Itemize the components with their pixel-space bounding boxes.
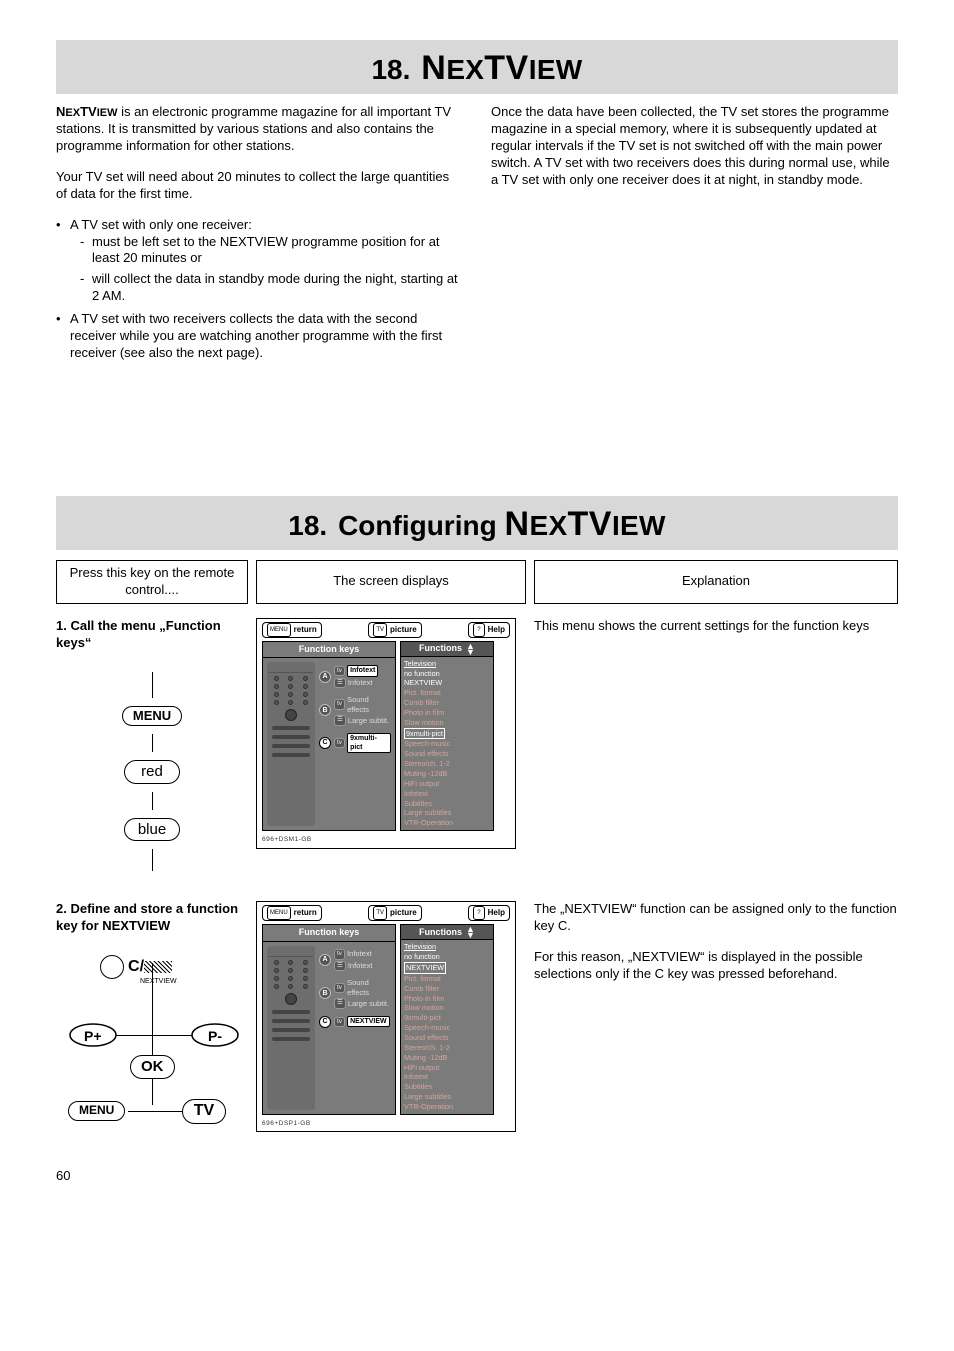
section-title-2: 18. Configuring NEXTVIEW xyxy=(56,496,898,550)
intro-bullet-2: A TV set with two receivers collects the… xyxy=(56,311,463,362)
tv2-row-c: C tvNEXTVIEW xyxy=(319,1016,391,1028)
step-2-row: 2. Define and store a function key for N… xyxy=(56,901,898,1132)
tv2-left-title: Function keys xyxy=(262,924,396,941)
tv2-row-b: B tvSound effects ☰Large subtit. xyxy=(319,978,391,1009)
tv1-row-c: C tv9xmulti-pict xyxy=(319,733,391,753)
tv2-row-a: A tvInfotext ☰Infotext xyxy=(319,949,391,971)
step-1-screen: MENU return TV picture ? Help Function k… xyxy=(256,618,526,872)
step-1-row: 1. Call the menu „Function keys“ MENU re… xyxy=(56,618,898,872)
tv1-right-title: Functions ▲▼ xyxy=(400,641,494,656)
tv2-functions-list: Televisionno functionNEXTVIEWPict. forma… xyxy=(400,939,494,1114)
tv1-functions-list: Televisionno functionNEXTVIEWPict. forma… xyxy=(400,656,494,831)
step-2-explanation: The „NEXTVIEW“ function can be assigned … xyxy=(534,901,898,1132)
step-2-screen: MENU return TV picture ? Help Function k… xyxy=(256,901,526,1132)
tv-screenshot-2: MENU return TV picture ? Help Function k… xyxy=(256,901,516,1132)
tv1-help: ? Help xyxy=(468,622,510,638)
menu-key: MENU xyxy=(122,706,182,727)
step-1-remote: 1. Call the menu „Function keys“ MENU re… xyxy=(56,618,248,872)
intro-bullet-1-dash-2: will collect the data in standby mode du… xyxy=(80,271,463,305)
step-1-explanation: This menu shows the current settings for… xyxy=(534,618,898,872)
tv2-help: ? Help xyxy=(468,905,510,921)
step-1-title: 1. Call the menu „Function keys“ xyxy=(56,618,248,652)
title1-num: 18. xyxy=(371,54,410,85)
intro-left: NEXTVIEW is an electronic programme maga… xyxy=(56,104,463,376)
tv-key: TV xyxy=(182,1099,226,1124)
header-explanation: Explanation xyxy=(534,560,898,604)
menu-key-2: MENU xyxy=(68,1101,125,1121)
header-screen: The screen displays xyxy=(256,560,526,604)
intro-right-p: Once the data have been collected, the T… xyxy=(491,104,898,188)
intro-p2: Your TV set will need about 20 minutes t… xyxy=(56,169,463,203)
remote-mini-icon xyxy=(267,662,315,826)
intro-p1: NEXTVIEW is an electronic programme maga… xyxy=(56,104,463,155)
tv2-right-title: Functions ▲▼ xyxy=(400,924,494,939)
tv-screenshot-1: MENU return TV picture ? Help Function k… xyxy=(256,618,516,849)
ok-key: OK xyxy=(130,1055,175,1079)
intro-right: Once the data have been collected, the T… xyxy=(491,104,898,376)
intro-bullets: A TV set with only one receiver: must be… xyxy=(56,217,463,362)
intro-bullet-1: A TV set with only one receiver: must be… xyxy=(56,217,463,305)
tv1-return: MENU return xyxy=(262,622,322,638)
intro-bullet-1-dash-1: must be left set to the NEXTVIEW program… xyxy=(80,234,463,268)
tv1-footer: 696+DSM1-GB xyxy=(257,835,515,847)
tv2-picture: TV picture xyxy=(368,905,421,921)
intro-columns: NEXTVIEW is an electronic programme maga… xyxy=(56,104,898,376)
remote-mini-icon-2 xyxy=(267,946,315,1110)
tv1-row-a: A tvInfotext ☰Infotext xyxy=(319,665,391,688)
tv1-picture: TV picture xyxy=(368,622,421,638)
step-2-title: 2. Define and store a function key for N… xyxy=(56,901,248,935)
header-remote: Press this key on the remote control.... xyxy=(56,560,248,604)
red-key: red xyxy=(124,760,180,784)
step-1-keystack: MENU red blue xyxy=(56,672,248,872)
page-number: 60 xyxy=(56,1168,898,1185)
section-title-1: 18. NEXTVIEW xyxy=(56,40,898,94)
config-headers: Press this key on the remote control....… xyxy=(56,560,898,604)
tv2-return: MENU return xyxy=(262,905,322,921)
title1-big-n: N xyxy=(421,49,446,87)
tv1-row-b: B tvSound effects ☰Large subtit. xyxy=(319,695,391,726)
step-2-remote: 2. Define and store a function key for N… xyxy=(56,901,248,1132)
tv2-footer: 696+DSP1-GB xyxy=(257,1119,515,1131)
hatch-icon xyxy=(144,961,172,973)
remote-diagram: C/ NEXTVIEW P+ P- OK MENU TV xyxy=(62,955,242,1130)
tv1-left-title: Function keys xyxy=(262,641,396,658)
blue-key: blue xyxy=(124,818,180,842)
